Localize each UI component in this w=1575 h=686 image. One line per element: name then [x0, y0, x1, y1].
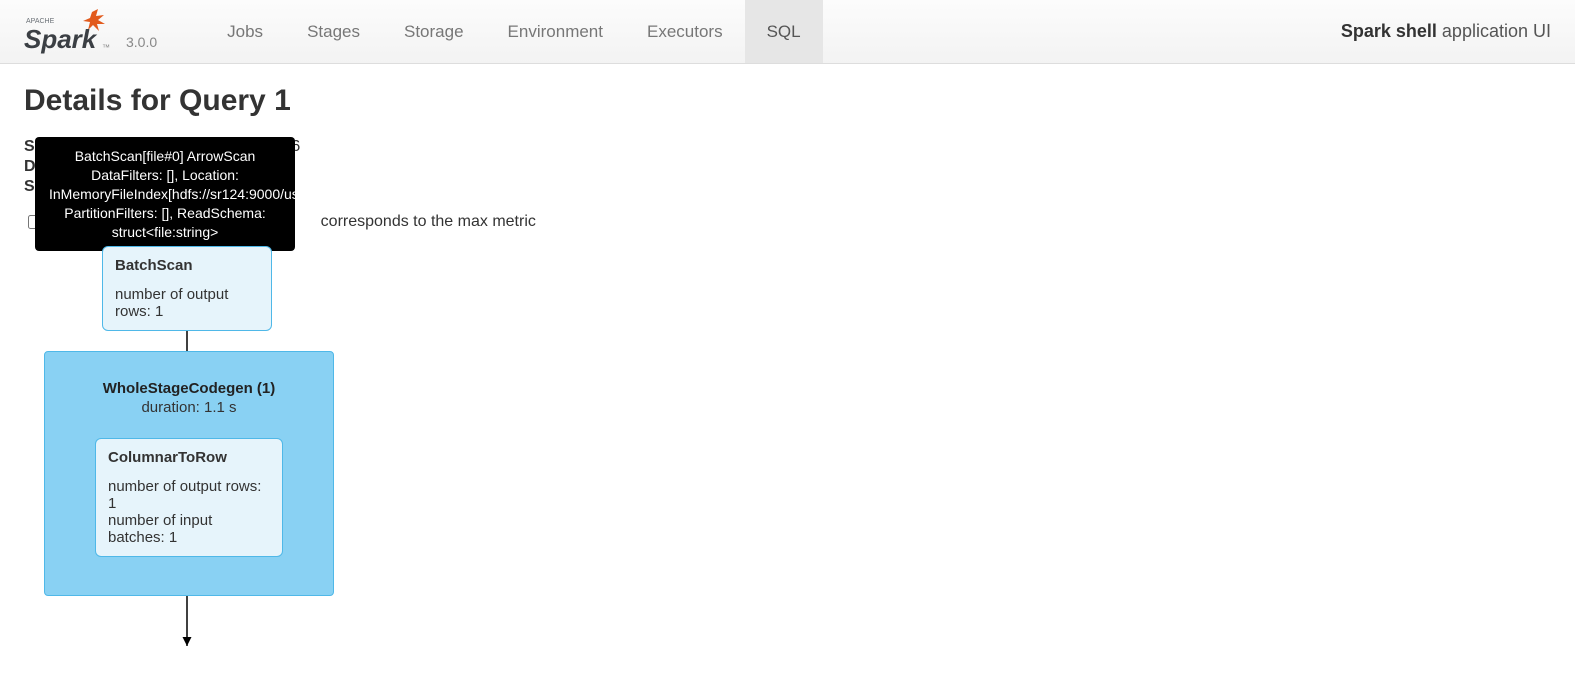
- content: Details for Query 1 Submitted Time: 2020…: [0, 64, 1575, 686]
- app-name-rest: application UI: [1437, 21, 1551, 41]
- svg-text:Spark: Spark: [24, 24, 98, 54]
- spark-version: 3.0.0: [126, 34, 157, 56]
- cluster-title: WholeStageCodegen (1): [45, 370, 333, 399]
- spark-logo-icon: APACHE Spark ™: [24, 8, 116, 56]
- node-columnar-metric1: number of output rows: 1: [108, 478, 270, 512]
- brand[interactable]: APACHE Spark ™ 3.0.0: [24, 8, 157, 56]
- page-title: Details for Query 1: [24, 84, 1551, 118]
- tab-jobs[interactable]: Jobs: [205, 0, 285, 63]
- node-columnar-title: ColumnarToRow: [108, 449, 270, 466]
- cluster-subtitle: duration: 1.1 s: [45, 399, 333, 416]
- nav-tabs: Jobs Stages Storage Environment Executor…: [205, 0, 822, 63]
- tab-stages[interactable]: Stages: [285, 0, 382, 63]
- tab-sql[interactable]: SQL: [745, 0, 823, 63]
- app-name: Spark shell application UI: [1341, 21, 1551, 42]
- cluster-wholestage[interactable]: WholeStageCodegen (1) duration: 1.1 s Co…: [44, 351, 334, 596]
- node-columnar[interactable]: ColumnarToRow number of output rows: 1 n…: [95, 438, 283, 557]
- node-batchscan-metric1: number of output rows: 1: [115, 286, 259, 320]
- node-batchscan-title: BatchScan: [115, 257, 259, 274]
- navbar: APACHE Spark ™ 3.0.0 Jobs Stages Storage…: [0, 0, 1575, 64]
- tab-executors[interactable]: Executors: [625, 0, 745, 63]
- svg-text:™: ™: [102, 43, 110, 52]
- node-tooltip: BatchScan[file#0] ArrowScan DataFilters:…: [35, 137, 295, 251]
- app-name-bold: Spark shell: [1341, 21, 1437, 41]
- dag-area: BatchScan number of output rows: 1 Whole…: [24, 246, 824, 666]
- node-batchscan[interactable]: BatchScan number of output rows: 1: [102, 246, 272, 331]
- tab-environment[interactable]: Environment: [486, 0, 625, 63]
- node-columnar-metric2: number of input batches: 1: [108, 512, 270, 546]
- tab-storage[interactable]: Storage: [382, 0, 486, 63]
- checkbox-suffix: corresponds to the max metric: [321, 213, 536, 231]
